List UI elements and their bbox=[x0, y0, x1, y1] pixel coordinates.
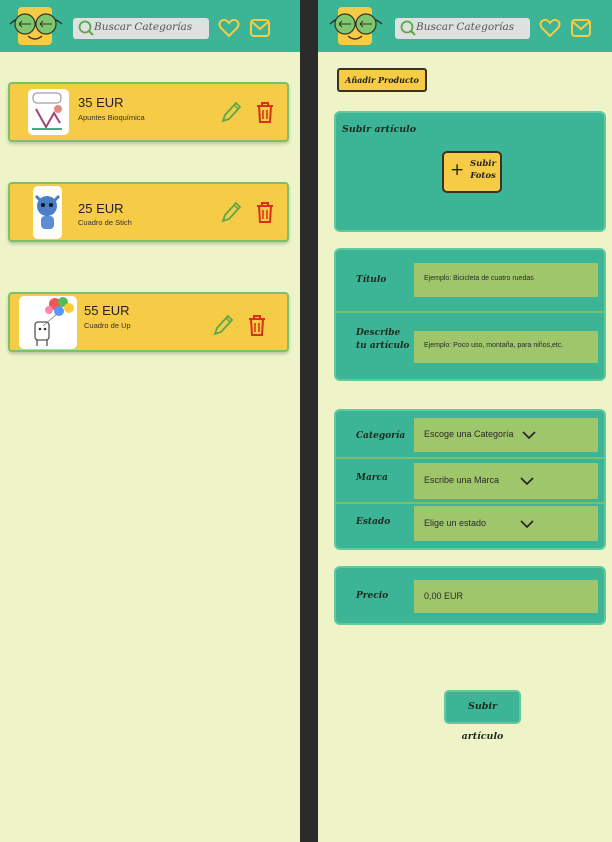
brand-value: Escribe una Marca bbox=[424, 475, 500, 485]
title-label: Título bbox=[356, 275, 387, 285]
search-bar[interactable]: Buscar Categorías bbox=[73, 18, 209, 39]
product-thumbnail bbox=[33, 186, 62, 239]
product-price: 25 EUR bbox=[78, 201, 124, 216]
describe-label: Describe tu artículo bbox=[356, 327, 409, 353]
description-placeholder: Ejemplo: Poco uso, montaña, para niños,e… bbox=[424, 342, 564, 349]
upload-product-screen: Buscar Categorías Añadir Producto Subir … bbox=[318, 0, 612, 842]
price-input[interactable]: 0,00 EUR bbox=[414, 580, 598, 613]
category-value: Escoge una Categoría bbox=[424, 429, 514, 439]
chevron-down-icon bbox=[520, 477, 534, 486]
trash-icon[interactable] bbox=[254, 100, 276, 124]
title-input[interactable]: Ejemplo: Bicicleta de cuatro ruedas bbox=[414, 263, 598, 297]
price-value: 0,00 EUR bbox=[424, 591, 464, 601]
trash-icon[interactable] bbox=[254, 200, 276, 224]
upload-photos-button[interactable]: + Subir Fotos bbox=[442, 151, 502, 193]
category-select[interactable]: Escoge una Categoría bbox=[414, 418, 598, 452]
brand-select[interactable]: Escribe una Marca bbox=[414, 463, 598, 499]
pencil-icon[interactable] bbox=[220, 200, 242, 224]
upload-photos-panel: Subir artículo + Subir Fotos bbox=[334, 111, 606, 232]
mail-icon[interactable] bbox=[249, 17, 271, 39]
product-thumbnail bbox=[19, 296, 77, 349]
magnifier-icon bbox=[78, 20, 94, 36]
product-card[interactable]: 35 EUR Apuntes Bioquímica bbox=[8, 82, 289, 142]
describe-label-line2: tu artículo bbox=[356, 341, 410, 351]
plus-icon: + bbox=[450, 160, 465, 180]
magnifier-icon bbox=[400, 20, 416, 36]
search-placeholder: Buscar Categorías bbox=[416, 21, 515, 33]
search-bar[interactable]: Buscar Categorías bbox=[395, 18, 530, 39]
product-name: Cuadro de Up bbox=[84, 321, 131, 330]
description-input[interactable]: Ejemplo: Poco uso, montaña, para niños,e… bbox=[414, 331, 598, 363]
state-label: Estado bbox=[356, 517, 391, 527]
product-price: 55 EUR bbox=[84, 303, 130, 318]
heart-icon[interactable] bbox=[539, 17, 561, 39]
product-price: 35 EUR bbox=[78, 95, 124, 110]
title-placeholder: Ejemplo: Bicicleta de cuatro ruedas bbox=[424, 275, 534, 282]
heart-icon[interactable] bbox=[218, 17, 240, 39]
product-card[interactable]: 25 EUR Cuadro de Stich bbox=[8, 182, 289, 242]
pencil-icon[interactable] bbox=[220, 100, 242, 124]
chevron-down-icon bbox=[520, 520, 534, 529]
trash-icon[interactable] bbox=[246, 313, 268, 337]
state-value: Elige un estado bbox=[424, 518, 487, 528]
my-products-screen: Buscar Categorías 35 EUR Apuntes Bioquím… bbox=[0, 0, 300, 842]
submit-article-button[interactable]: Subir artículo bbox=[444, 690, 521, 742]
product-thumbnail bbox=[28, 89, 69, 135]
product-card[interactable]: 55 EUR Cuadro de Up bbox=[8, 292, 289, 352]
divider bbox=[336, 311, 604, 313]
details-panel: Categoría Escoge una Categoría Marca Esc… bbox=[334, 409, 606, 550]
price-panel: Precio 0,00 EUR bbox=[334, 566, 606, 625]
top-bar: Buscar Categorías bbox=[0, 0, 300, 52]
divider bbox=[336, 502, 604, 504]
upload-photos-label: Subir Fotos bbox=[470, 159, 496, 181]
sunglasses-smiley-logo[interactable] bbox=[8, 6, 64, 46]
product-name: Apuntes Bioquímica bbox=[78, 113, 145, 122]
chevron-down-icon bbox=[522, 431, 536, 440]
title-description-panel: Título Ejemplo: Bicicleta de cuatro rued… bbox=[334, 248, 606, 381]
divider bbox=[336, 457, 604, 459]
mail-icon[interactable] bbox=[570, 17, 592, 39]
state-select[interactable]: Elige un estado bbox=[414, 506, 598, 541]
upload-section-title: Subir artículo bbox=[342, 124, 417, 135]
add-product-button[interactable]: Añadir Producto bbox=[337, 68, 427, 92]
top-bar: Buscar Categorías bbox=[318, 0, 612, 52]
search-placeholder: Buscar Categorías bbox=[94, 21, 193, 33]
sunglasses-smiley-logo[interactable] bbox=[328, 6, 384, 46]
pencil-icon[interactable] bbox=[212, 313, 234, 337]
category-label: Categoría bbox=[356, 431, 406, 441]
product-name: Cuadro de Stich bbox=[78, 218, 132, 227]
price-label: Precio bbox=[356, 591, 389, 601]
describe-label-line1: Describe bbox=[356, 328, 401, 338]
brand-label: Marca bbox=[356, 473, 388, 483]
